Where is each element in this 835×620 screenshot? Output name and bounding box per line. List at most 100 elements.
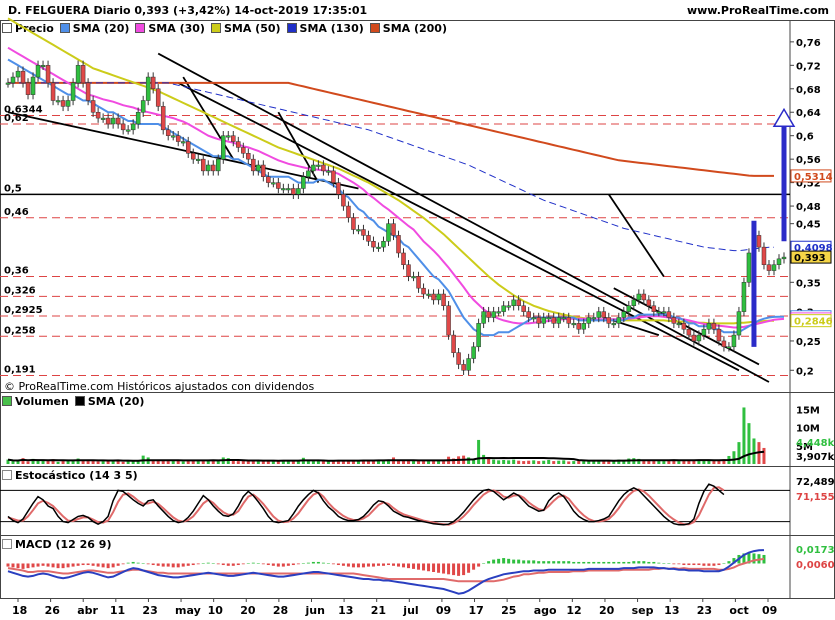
- volume-bar: [572, 461, 576, 464]
- candle-body: [20, 70, 26, 84]
- volume-sma-line: [7, 450, 765, 462]
- macd-hist-bar: [181, 563, 185, 567]
- candle-body: [401, 252, 406, 265]
- macd-hist-bar: [266, 563, 270, 566]
- macd-hist-bar: [427, 563, 431, 572]
- macd-hist-bar: [121, 563, 125, 565]
- candle-body: [190, 153, 196, 160]
- macd-hist-bar: [381, 563, 385, 566]
- candle-body: [165, 129, 171, 136]
- macd-hist-bar: [46, 563, 50, 567]
- candle-body: [711, 323, 717, 330]
- macd-hist-bar: [452, 563, 456, 576]
- macd-hist-bar: [341, 563, 345, 566]
- macd-hist-bar: [26, 563, 30, 569]
- volume-bar: [427, 461, 431, 464]
- macd-hist-bar: [562, 561, 566, 564]
- macd-hist-bar: [587, 561, 591, 564]
- candle-body: [466, 358, 471, 371]
- macd-hist-bar: [692, 563, 696, 566]
- macd-hist-bar: [101, 563, 105, 568]
- candle-body: [406, 264, 411, 277]
- candle-body: [236, 141, 241, 148]
- macd-hist-bar: [567, 561, 571, 564]
- x-tick-label: 20: [599, 604, 615, 617]
- macd-hist-bar: [286, 563, 290, 566]
- macd-hist-bar: [76, 563, 80, 566]
- volume-badge-label: 4,448k: [796, 438, 835, 449]
- candle-body: [531, 317, 536, 320]
- candle-body: [211, 164, 216, 172]
- macd-hist-bar: [331, 563, 335, 565]
- level-label: 0,326: [4, 285, 36, 296]
- candle-body: [331, 170, 336, 183]
- macd-hist-bar: [547, 561, 551, 564]
- volume-bar: [26, 461, 30, 464]
- macd-hist-bar: [457, 563, 461, 576]
- macd-title: MACD (12 26 9): [15, 537, 112, 551]
- candle-body: [476, 323, 481, 348]
- price-tick-label: 0,45: [796, 220, 821, 231]
- price-tick-label: 0,72: [796, 61, 821, 72]
- macd-hist-bar: [131, 561, 135, 564]
- candle-body: [90, 100, 96, 113]
- candle-body: [706, 323, 712, 330]
- macd-hist-bar: [91, 563, 95, 566]
- candle-body: [496, 311, 501, 314]
- volume-bar: [542, 460, 546, 464]
- price-tick-label: 0,64: [796, 108, 821, 119]
- macd-hist-bar: [677, 563, 681, 565]
- stochastic-d-badge-label: 71,155: [796, 492, 835, 503]
- candle-body: [351, 217, 356, 230]
- x-tick-label: abr: [77, 604, 98, 617]
- macd-hist-bar: [306, 562, 310, 564]
- sma50-line: [7, 17, 774, 325]
- candle-body: [291, 188, 296, 195]
- candle-body: [185, 141, 191, 154]
- macd-hist-bar: [56, 563, 60, 569]
- candle-body: [5, 82, 11, 85]
- volume-bar: [121, 461, 125, 464]
- x-tick-label: 21: [371, 604, 386, 617]
- volume-bar: [537, 461, 541, 464]
- price-tick-label: 0,68: [796, 85, 821, 96]
- volume-bar: [86, 461, 90, 464]
- price-tick-label: 0,2: [796, 366, 814, 377]
- macd-hist-bar: [667, 563, 671, 564]
- candle-body: [686, 328, 692, 336]
- candle-body: [346, 205, 351, 219]
- candle-body: [110, 117, 116, 125]
- volume-bar: [417, 461, 421, 464]
- candle-body: [195, 158, 201, 161]
- volume-bar: [246, 461, 250, 464]
- macd-hist-bar: [241, 563, 245, 565]
- macd-hist-bar: [336, 563, 340, 566]
- candle-body: [50, 82, 56, 101]
- candle-body: [366, 235, 371, 242]
- volume-tick-label: 15M: [796, 405, 820, 416]
- macd-hist-bar: [662, 563, 666, 564]
- macd-hist-bar: [326, 563, 330, 564]
- macd-hist-bar: [397, 563, 401, 567]
- candle-body: [646, 299, 652, 307]
- stochastic-title: Estocástico (14 3 5): [15, 468, 138, 482]
- candle-body: [311, 164, 316, 172]
- volume-bar: [492, 459, 496, 464]
- candle-body: [251, 158, 256, 172]
- macd-hist-bar: [422, 563, 426, 571]
- macd-signal-badge-label: 0,0060: [796, 560, 835, 571]
- candle-body: [736, 311, 742, 336]
- volume-bar: [261, 461, 265, 464]
- chart-svg[interactable]: 0,760,720,680,640,60,560,520,480,450,40,…: [0, 0, 835, 620]
- macd-hist-bar: [597, 561, 601, 564]
- macd-hist-bar: [472, 563, 476, 570]
- price-tick-label: 0,35: [796, 278, 821, 289]
- macd-hist-bar: [251, 562, 255, 564]
- macd-hist-bar: [487, 561, 491, 564]
- volume-bar: [522, 461, 526, 464]
- value-badge-label: 0,5314: [794, 172, 833, 183]
- candle-body: [656, 311, 662, 314]
- candle-body: [231, 135, 236, 142]
- candle-body: [70, 82, 76, 101]
- candle-body: [491, 311, 496, 318]
